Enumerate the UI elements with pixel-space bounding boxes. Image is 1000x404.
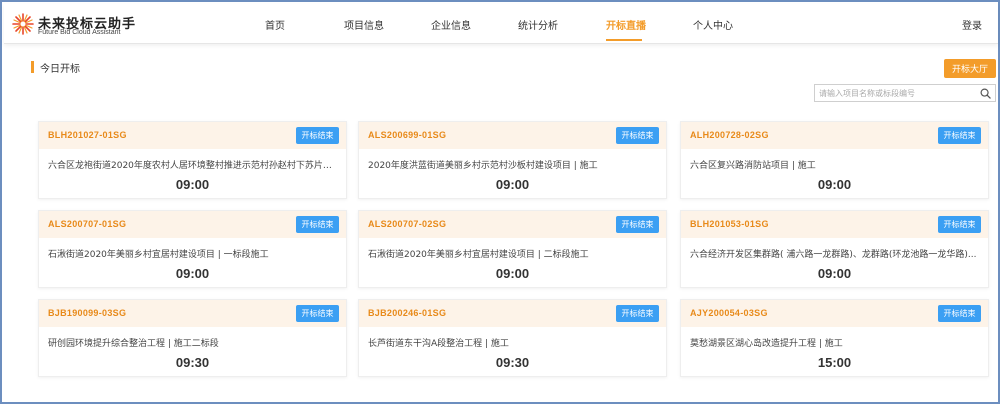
status-button[interactable]: 开标结束 <box>296 127 339 144</box>
card-header: ALH200728-02SG 开标结束 <box>681 122 988 149</box>
opening-time: 09:00 <box>175 266 210 281</box>
card-header: ALS200707-01SG 开标结束 <box>39 211 346 238</box>
project-name: 六合区龙袍街道2020年度农村人居环境整村推进示范村孙赵村下苏片区... <box>48 161 340 171</box>
search-box <box>814 84 996 102</box>
section-accent-bar <box>31 61 34 73</box>
opening-time: 09:00 <box>817 266 852 281</box>
status-button[interactable]: 开标结束 <box>938 127 981 144</box>
bid-code: BLH201053-01SG <box>690 219 769 229</box>
bid-code: AJY200054-03SG <box>690 308 768 318</box>
nav-item-companies[interactable]: 企业信息 <box>431 17 471 32</box>
opening-time: 09:00 <box>817 177 852 192</box>
opening-time: 09:00 <box>495 177 530 192</box>
project-name: 六合区复兴路消防站项目 | 施工 <box>690 161 816 171</box>
bid-code: BJB190099-03SG <box>48 308 127 318</box>
bid-code: BJB200246-01SG <box>368 308 447 318</box>
opening-time: 09:30 <box>175 355 210 370</box>
opening-time: 09:30 <box>495 355 530 370</box>
project-name: 研创园环境提升综合整治工程 | 施工二标段 <box>48 339 219 349</box>
login-link[interactable]: 登录 <box>962 17 982 32</box>
nav-item-projects[interactable]: 项目信息 <box>344 17 384 32</box>
bid-card[interactable]: BLH201053-01SG 开标结束 六合经济开发区集群路( 浦六路一龙群路)… <box>680 210 989 288</box>
bid-code: ALS200707-01SG <box>48 219 127 229</box>
project-name: 莫愁湖景区湖心岛改造提升工程 | 施工 <box>690 339 843 349</box>
search-input[interactable] <box>819 86 974 100</box>
status-button[interactable]: 开标结束 <box>938 216 981 233</box>
active-tab-indicator <box>606 39 642 41</box>
bid-code: BLH201027-01SG <box>48 130 127 140</box>
section-title: 今日开标 <box>40 64 80 75</box>
top-navbar: 未来投标云助手 Future Bid Cloud Assistant 首页 项目… <box>4 4 998 44</box>
opening-time: 09:00 <box>175 177 210 192</box>
status-button[interactable]: 开标结束 <box>616 127 659 144</box>
status-button[interactable]: 开标结束 <box>616 216 659 233</box>
bid-card[interactable]: BJB200246-01SG 开标结束 长芦街道东干沟A段整治工程 | 施工 0… <box>358 299 667 377</box>
search-icon[interactable] <box>980 88 991 99</box>
card-header: AJY200054-03SG 开标结束 <box>681 300 988 327</box>
bid-code: ALS200707-02SG <box>368 219 447 229</box>
card-header: ALS200707-02SG 开标结束 <box>359 211 666 238</box>
opening-hall-button[interactable]: 开标大厅 <box>944 59 996 78</box>
bid-code: ALS200699-01SG <box>368 130 447 140</box>
opening-time: 09:00 <box>495 266 530 281</box>
project-name: 石湫街道2020年美丽乡村宜居村建设项目 | 二标段施工 <box>368 250 589 260</box>
opening-time: 15:00 <box>817 355 852 370</box>
nav-item-profile[interactable]: 个人中心 <box>693 17 733 32</box>
card-header: BLH201027-01SG 开标结束 <box>39 122 346 149</box>
status-button[interactable]: 开标结束 <box>296 216 339 233</box>
project-name: 2020年度洪蓝街道美丽乡村示范村沙板村建设项目 | 施工 <box>368 161 598 171</box>
app-frame: 未来投标云助手 Future Bid Cloud Assistant 首页 项目… <box>0 0 1000 404</box>
bid-card[interactable]: BJB190099-03SG 开标结束 研创园环境提升综合整治工程 | 施工二标… <box>38 299 347 377</box>
bid-card[interactable]: ALH200728-02SG 开标结束 六合区复兴路消防站项目 | 施工 09:… <box>680 121 989 199</box>
status-button[interactable]: 开标结束 <box>938 305 981 322</box>
nav-item-statistics[interactable]: 统计分析 <box>518 17 558 32</box>
status-button[interactable]: 开标结束 <box>296 305 339 322</box>
project-name: 石湫街道2020年美丽乡村宜居村建设项目 | 一标段施工 <box>48 250 269 260</box>
bid-card[interactable]: ALS200707-01SG 开标结束 石湫街道2020年美丽乡村宜居村建设项目… <box>38 210 347 288</box>
bid-code: ALH200728-02SG <box>690 130 769 140</box>
app-subtitle: Future Bid Cloud Assistant <box>38 29 121 36</box>
project-name: 六合经济开发区集群路( 浦六路一龙群路)、龙群路(环龙池路一龙华路)... <box>690 250 977 260</box>
bid-card[interactable]: AJY200054-03SG 开标结束 莫愁湖景区湖心岛改造提升工程 | 施工 … <box>680 299 989 377</box>
card-header: ALS200699-01SG 开标结束 <box>359 122 666 149</box>
bid-card[interactable]: ALS200699-01SG 开标结束 2020年度洪蓝街道美丽乡村示范村沙板村… <box>358 121 667 199</box>
logo[interactable]: 未来投标云助手 Future Bid Cloud Assistant <box>12 10 142 38</box>
project-name: 长芦街道东干沟A段整治工程 | 施工 <box>368 339 509 349</box>
nav-item-home[interactable]: 首页 <box>265 17 285 32</box>
bid-card-grid: BLH201027-01SG 开标结束 六合区龙袍街道2020年度农村人居环境整… <box>38 121 996 381</box>
status-button[interactable]: 开标结束 <box>616 305 659 322</box>
card-header: BJB200246-01SG 开标结束 <box>359 300 666 327</box>
card-header: BLH201053-01SG 开标结束 <box>681 211 988 238</box>
card-header: BJB190099-03SG 开标结束 <box>39 300 346 327</box>
nav-item-live-opening[interactable]: 开标直播 <box>606 17 646 32</box>
logo-sunburst-icon <box>12 13 34 35</box>
bid-card[interactable]: BLH201027-01SG 开标结束 六合区龙袍街道2020年度农村人居环境整… <box>38 121 347 199</box>
bid-card[interactable]: ALS200707-02SG 开标结束 石湫街道2020年美丽乡村宜居村建设项目… <box>358 210 667 288</box>
